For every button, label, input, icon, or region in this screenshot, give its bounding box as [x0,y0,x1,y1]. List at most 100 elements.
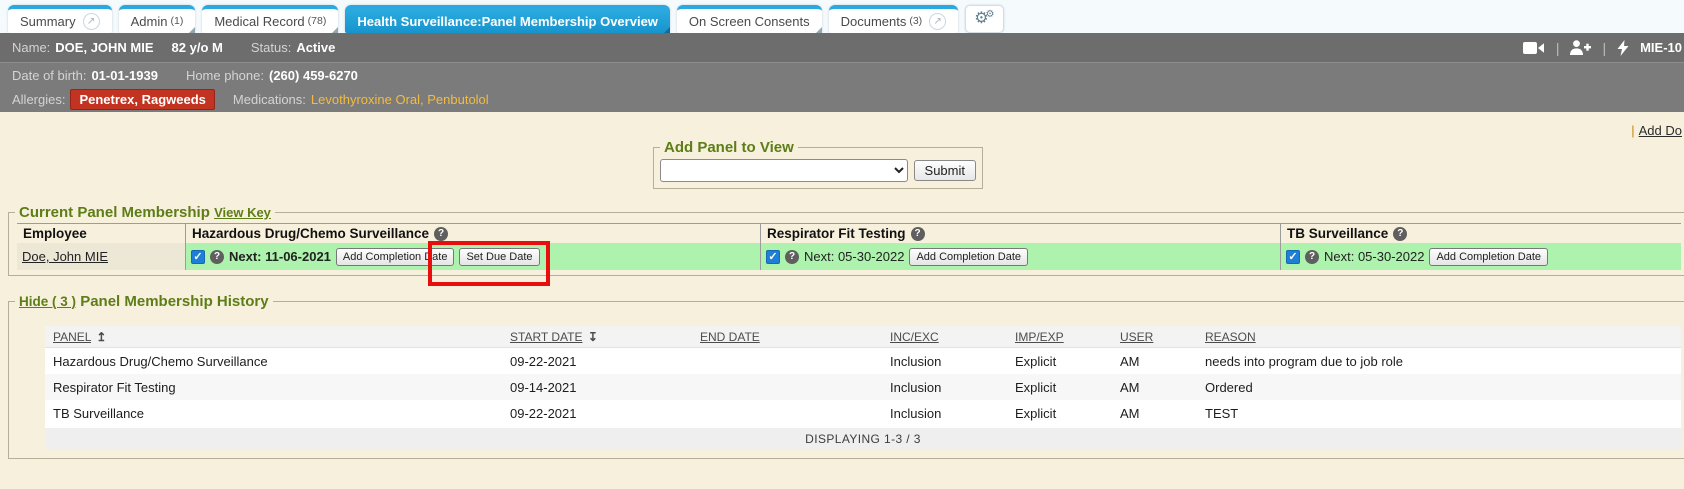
imp-exp-cell: Explicit [1007,380,1112,395]
add-completion-date-button[interactable]: Add Completion Date [909,248,1028,266]
column-start-date[interactable]: START DATE ↧ [502,330,692,344]
sort-descending-icon: ↧ [588,330,598,344]
tab-health-surveillance-label: Health Surveillance:Panel Membership Ove… [357,14,658,29]
popout-icon[interactable]: ↗ [83,13,100,30]
sort-ascending-icon: ↥ [96,330,106,344]
add-document-link[interactable]: Add Do [1639,123,1682,138]
respirator-fit-cell: ✓ ? Next: 05-30-2022 Add Completion Date [760,243,1280,270]
tab-documents-count: (3) [909,15,922,27]
panel-cell: Respirator Fit Testing [45,380,502,395]
table-row: TB Surveillance 09-22-2021 Inclusion Exp… [45,400,1681,426]
next-due-date: Next: 05-30-2022 [1324,249,1424,264]
tab-on-screen-consents-label: On Screen Consents [689,14,810,29]
history-title: Panel Membership History [80,293,268,310]
tab-documents-label: Documents [841,14,907,29]
patient-age-sex: 82 y/o M [172,40,223,55]
patient-header-row3: Allergies: Penetrex, Ragweeds Medication… [0,87,1684,112]
start-date-cell: 09-22-2021 [502,354,692,369]
submit-button[interactable]: Submit [914,160,976,181]
hide-link[interactable]: Hide ( 3 ) [19,294,76,309]
allergies-badge[interactable]: Penetrex, Ragweeds [70,89,214,110]
column-panel[interactable]: PANEL ↥ [45,330,502,344]
reason-cell: TEST [1197,406,1681,421]
tab-bar: Summary ↗ Admin (1) Medical Record (78) … [0,0,1684,33]
help-icon[interactable]: ? [1393,227,1407,241]
tab-admin[interactable]: Admin (1) [119,5,196,33]
start-date-cell: 09-22-2021 [502,406,692,421]
video-camera-icon[interactable] [1523,41,1545,55]
tab-admin-count: (1) [170,15,183,27]
panel-cell: Hazardous Drug/Chemo Surveillance [45,354,502,369]
panel-cell: TB Surveillance [45,406,502,421]
patient-header-row2: Date of birth: 01-01-1939 Home phone: (2… [0,62,1684,87]
history-header-row: PANEL ↥ START DATE ↧ END DATE INC/EXC IM… [45,326,1681,348]
home-phone-value: (260) 459-6270 [269,68,358,83]
tab-documents[interactable]: Documents (3) ↗ [829,5,959,33]
add-person-icon[interactable] [1570,40,1591,55]
name-label: Name: [12,40,50,55]
help-icon[interactable]: ? [434,227,448,241]
tab-health-surveillance[interactable]: Health Surveillance:Panel Membership Ove… [345,5,670,33]
tab-medical-record-label: Medical Record [214,14,304,29]
table-row: Hazardous Drug/Chemo Surveillance 09-22-… [45,348,1681,374]
imp-exp-cell: Explicit [1007,406,1112,421]
help-icon[interactable]: ? [210,250,224,264]
patient-name: DOE, JOHN MIE [55,40,153,55]
tab-medical-record-count: (78) [308,15,327,27]
separator: | [1556,40,1560,56]
column-inc-exc[interactable]: INC/EXC [882,330,1007,344]
column-employee: Employee [17,224,185,243]
user-cell: AM [1112,354,1197,369]
add-panel-select[interactable] [660,159,908,182]
patient-id: MIE-10 [1640,40,1682,55]
status-value: Active [296,40,335,55]
reason-cell: Ordered [1197,380,1681,395]
add-completion-date-button[interactable]: Add Completion Date [1429,248,1548,266]
inc-exc-cell: Inclusion [882,380,1007,395]
add-completion-date-button[interactable]: Add Completion Date [336,248,455,266]
next-due-date: Next: 05-30-2022 [804,249,904,264]
column-user[interactable]: USER [1112,330,1197,344]
medications-value[interactable]: Levothyroxine Oral, Penbutolol [311,92,489,107]
help-icon[interactable]: ? [785,250,799,264]
column-end-date[interactable]: END DATE [692,330,882,344]
add-panel-legend: Add Panel to View [660,139,798,156]
column-tb-surveillance: TB Surveillance ? [1280,224,1681,243]
help-icon[interactable]: ? [911,227,925,241]
lightning-bolt-icon[interactable] [1617,40,1629,56]
employee-link[interactable]: Doe, John MIE [22,249,108,264]
tab-settings[interactable]: ⚙ ⚙ [965,5,1003,33]
dob-label: Date of birth: [12,68,86,83]
column-respirator-fit: Respirator Fit Testing ? [760,224,1280,243]
table-row: Respirator Fit Testing 09-14-2021 Inclus… [45,374,1681,400]
history-fieldset: Hide ( 3 ) Panel Membership History PANE… [8,293,1684,459]
popout-icon[interactable]: ↗ [929,13,946,30]
tab-summary[interactable]: Summary ↗ [8,5,112,33]
next-due-date: Next: 11-06-2021 [229,249,331,264]
current-panel-table: Employee Hazardous Drug/Chemo Surveillan… [17,223,1681,270]
column-imp-exp[interactable]: IMP/EXP [1007,330,1112,344]
medications-label: Medications: [233,92,306,107]
checkbox-checked[interactable]: ✓ [766,250,780,264]
home-phone-label: Home phone: [186,68,264,83]
tab-medical-record[interactable]: Medical Record (78) [202,5,338,33]
current-panel-data-row: Doe, John MIE ✓ ? Next: 11-06-2021 Add C… [17,243,1681,270]
tab-on-screen-consents[interactable]: On Screen Consents [677,5,822,33]
checkbox-checked[interactable]: ✓ [191,250,205,264]
current-panel-fieldset: Current Panel Membership View Key Employ… [8,204,1684,276]
current-panel-legend: Current Panel Membership View Key [15,204,275,221]
column-reason[interactable]: REASON [1197,330,1681,344]
view-key-link[interactable]: View Key [214,205,271,220]
current-panel-title: Current Panel Membership [19,204,210,221]
inc-exc-cell: Inclusion [882,354,1007,369]
patient-header-row1: Name: DOE, JOHN MIE 82 y/o M Status: Act… [0,33,1684,62]
checkbox-checked[interactable]: ✓ [1286,250,1300,264]
imp-exp-cell: Explicit [1007,354,1112,369]
set-due-date-button[interactable]: Set Due Date [459,248,539,266]
user-cell: AM [1112,380,1197,395]
gears-icon: ⚙ [986,10,995,20]
help-icon[interactable]: ? [1305,250,1319,264]
current-panel-header-row: Employee Hazardous Drug/Chemo Surveillan… [17,224,1681,243]
user-cell: AM [1112,406,1197,421]
separator: | [1602,40,1606,56]
